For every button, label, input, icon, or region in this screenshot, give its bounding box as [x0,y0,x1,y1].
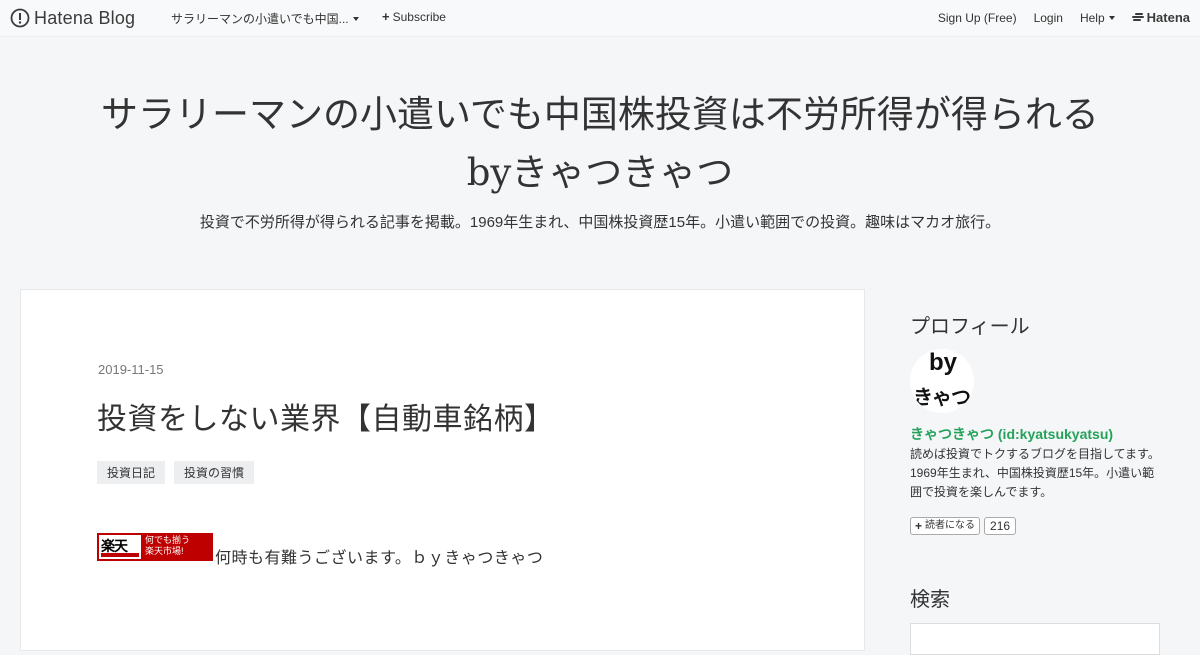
chevron-down-icon [1108,15,1115,20]
category-tag[interactable]: 投資日記 [97,461,166,484]
reader-subscribe: + 読者になる 216 [910,517,1017,535]
blog-title-link[interactable]: サラリーマンの小遣いでも中国株投資は不労所得が得られる byきゃつきゃつ [40,86,1160,202]
navbar-right: Sign Up (Free) Login Help Hatena [921,10,1190,25]
profile-name-link[interactable]: きゃつきゃつ (id:kyatsukyatsu) [910,424,1113,444]
hatena-blog-logo[interactable]: Hatena Blog [10,7,135,29]
profile-description: 読めば投資でトクするブログを目指してます。1969年生まれ、中国株投資歴15年。… [910,447,1160,499]
help-label: Help [1079,10,1105,25]
subscribe-button[interactable]: + Subscribe [382,10,446,24]
hatena-brand-label: Hatena [1146,10,1190,25]
rakuten-banner-line1: 何でも揃う [145,535,191,545]
entry-categories: 投資日記 投資の習慣 [97,461,263,484]
entry-card: 2019-11-15 投資をしない業界【自動車銘柄】 投資日記 投資の習慣 楽天… [20,289,865,651]
blog-title-line1: サラリーマンの小遣いでも中国株投資は不労所得が得られる [101,93,1099,136]
avatar-text-bottom: きゃつ [913,387,971,409]
logo-text: Hatena Blog [34,7,136,28]
rakuten-banner[interactable]: 楽天 何でも揃う 楽天市場! [97,533,213,561]
entry-body-text: 何時も有難うございます。ｂｙきゃつきゃつ [215,550,544,567]
hatena-blog-icon [10,8,30,28]
entry-date[interactable]: 2019-11-15 [98,362,164,377]
avatar[interactable]: by きゃつ [910,349,974,413]
avatar-text-top: by [929,349,958,376]
help-dropdown[interactable]: Help [1080,11,1115,25]
rakuten-logo: 楽天 [99,535,141,559]
blog-description: 投資で不労所得が得られる記事を掲載。1969年生まれ、中国株投資歴15年。小遣い… [199,214,1001,231]
profile-heading: プロフィール [910,316,1030,338]
blog-menu-label: サラリーマンの小遣いでも中国... [171,12,349,26]
blog-menu-dropdown[interactable]: サラリーマンの小遣いでも中国... [171,10,359,27]
plus-icon: + [915,519,923,533]
category-tag[interactable]: 投資の習慣 [174,461,255,484]
become-reader-label: 読者になる [925,520,976,531]
rakuten-banner-text: 何でも揃う 楽天市場! [145,535,190,557]
hatena-brand-link[interactable]: Hatena [1131,10,1190,25]
rakuten-logo-bar [101,553,139,557]
plus-icon: + [382,9,390,24]
hatena-mark-icon [1131,13,1144,22]
top-navbar: Hatena Blog サラリーマンの小遣いでも中国... + Subscrib… [0,0,1200,37]
search-input[interactable] [910,623,1160,655]
chevron-down-icon [352,16,359,21]
search-heading: 検索 [910,589,950,611]
subscribe-label: Subscribe [392,10,446,24]
entry-title[interactable]: 投資をしない業界【自動車銘柄】 [97,394,555,438]
rakuten-banner-line2: 楽天市場! [145,546,184,556]
blog-title-line2: byきゃつきゃつ [466,151,734,194]
become-reader-button[interactable]: + 読者になる [910,517,981,535]
signup-link[interactable]: Sign Up (Free) [938,11,1017,25]
reader-count-badge: 216 [984,517,1017,535]
login-link[interactable]: Login [1034,11,1063,25]
sidebar: プロフィール by きゃつ きゃつきゃつ (id:kyatsukyatsu) 読… [892,289,1180,655]
